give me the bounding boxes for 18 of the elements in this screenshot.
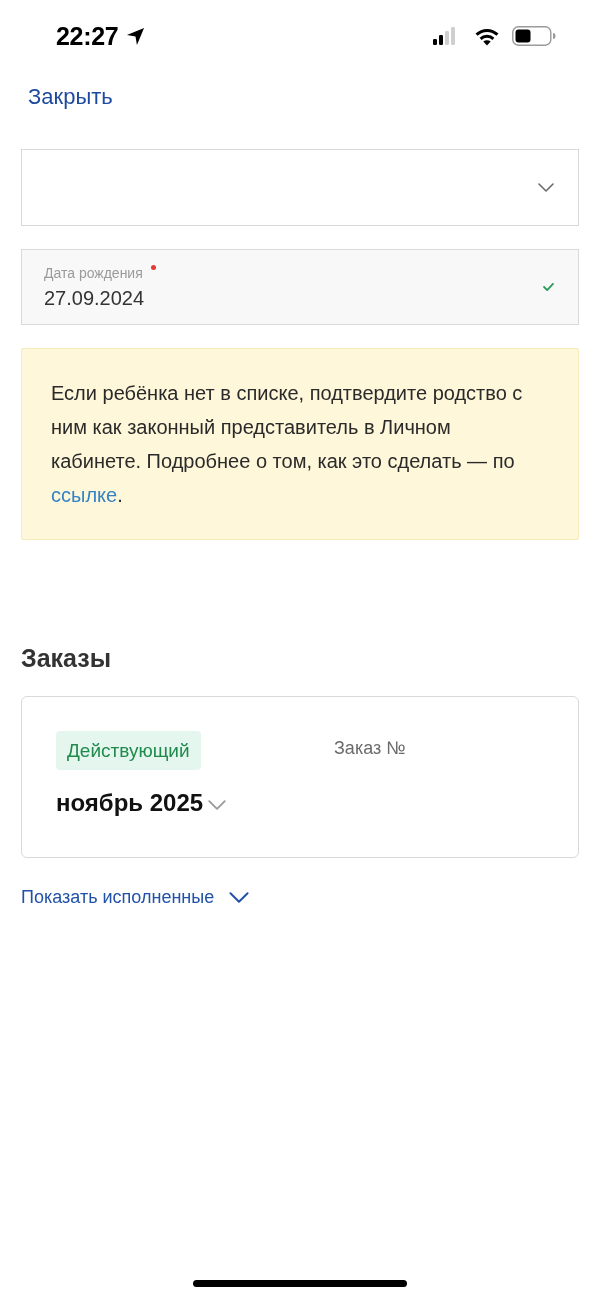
status-time: 22:27 (56, 22, 119, 50)
show-completed-toggle[interactable]: Показать исполненные (21, 885, 250, 909)
field-value: 27.09.2024 (44, 285, 145, 311)
section-heading: Заказы (21, 643, 113, 673)
close-link[interactable]: Закрыть (28, 83, 113, 111)
details-link[interactable]: ссылке (51, 484, 118, 506)
field-label: Дата рождения (44, 263, 143, 282)
location-arrow-icon (126, 26, 146, 46)
notice-text: Если ребёнка нет в списке, подтвердите родство с ним как законный представитель в Личном кабинете. Подробнее о том, как это сделать — по ссылке. (51, 381, 524, 508)
signal-icon (433, 26, 455, 46)
wifi-icon (474, 26, 500, 46)
battery-icon (512, 26, 556, 46)
period-dropdown[interactable]: ноябрь 2025 (56, 788, 227, 818)
status-badge: Действующий (56, 731, 201, 770)
select-field[interactable] (21, 149, 579, 226)
order-number: Заказ № (334, 738, 406, 758)
date-field[interactable]: Дата рождения 27.09.2024 (21, 249, 579, 325)
order-card[interactable]: Действующий ноябрь 2025 Заказ № (21, 696, 579, 858)
